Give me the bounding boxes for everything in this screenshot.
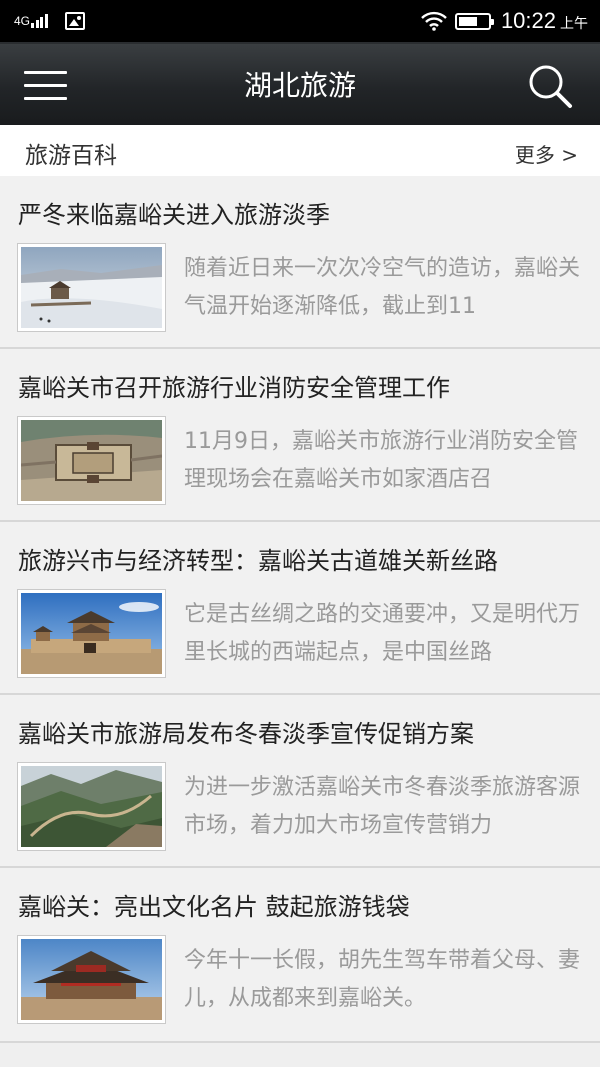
search-icon[interactable] — [526, 62, 574, 110]
aerial-fortress-image — [21, 420, 162, 501]
article-item[interactable]: 嘉峪关市召开旅游行业消防安全管理工作 11月9日，嘉峪关市旅游行业消防安全管理现… — [0, 349, 600, 522]
article-title: 严冬来临嘉峪关进入旅游淡季 — [18, 201, 330, 229]
network-type: 4G — [14, 14, 31, 28]
signal-icon — [31, 14, 49, 28]
article-summary: 随着近日来一次次冷空气的造访，嘉峪关气温开始逐渐降低，截止到11 — [184, 256, 581, 319]
article-item[interactable]: 严冬来临嘉峪关进入旅游淡季 随着近日来一次次冷空气的造访，嘉峪关气温开始逐渐降低… — [0, 176, 600, 349]
tower-closeup-image — [21, 939, 162, 1020]
clock: 10:22 — [500, 8, 556, 33]
article-thumbnail — [17, 589, 166, 678]
more-link[interactable]: 更多 > — [515, 139, 578, 168]
article-title: 嘉峪关：亮出文化名片 鼓起旅游钱袋 — [18, 893, 410, 921]
article-summary: 11月9日，嘉峪关市旅游行业消防安全管理现场会在嘉峪关市如家酒店召 — [184, 429, 578, 492]
article-thumbnail — [17, 416, 166, 505]
article-title: 旅游兴市与经济转型：嘉峪关古道雄关新丝路 — [18, 547, 498, 575]
article-summary: 为进一步激活嘉峪关市冬春淡季旅游客源市场，着力加大市场宣传营销力 — [184, 775, 581, 838]
article-title: 嘉峪关市召开旅游行业消防安全管理工作 — [18, 374, 450, 402]
battery-icon — [454, 12, 494, 30]
article-summary: 今年十一长假，胡先生驾车带着父母、妻儿，从成都来到嘉峪关。 — [184, 948, 581, 1011]
article-item[interactable]: 嘉峪关市旅游局发布冬春淡季宣传促销方案 为进一步激活嘉峪关市冬春淡季旅游客源市场… — [0, 695, 600, 868]
article-item[interactable]: 旅游兴市与经济转型：嘉峪关古道雄关新丝路 它是古丝绸之路的交通要冲，又是明代万里… — [0, 522, 600, 695]
page-title: 湖北旅游 — [243, 69, 356, 102]
photo-icon — [65, 12, 86, 30]
article-thumbnail — [17, 935, 166, 1024]
section-title: 旅游百科 — [25, 143, 117, 169]
section-header: 旅游百科 更多 > — [0, 125, 600, 176]
status-right: 10:22 上午 — [421, 6, 588, 36]
app-bar: 湖北旅游 — [0, 42, 600, 125]
article-title: 嘉峪关市旅游局发布冬春淡季宣传促销方案 — [18, 720, 474, 748]
article-summary: 它是古丝绸之路的交通要冲，又是明代万里长城的西端起点，是中国丝路 — [184, 602, 581, 665]
snow-fortress-image — [21, 247, 162, 328]
great-wall-mountains-image — [21, 766, 162, 847]
status-bar: 4G 10:22 上午 — [0, 0, 600, 42]
wifi-icon — [421, 11, 447, 31]
article-thumbnail — [17, 762, 166, 851]
article-thumbnail — [17, 243, 166, 332]
article-item[interactable]: 嘉峪关：亮出文化名片 鼓起旅游钱袋 今年十一长假，胡先生驾车带着父母、妻儿，从成… — [0, 868, 600, 1043]
gate-tower-image — [21, 593, 162, 674]
status-left: 4G — [14, 9, 86, 33]
clock-ampm: 上午 — [560, 16, 588, 32]
